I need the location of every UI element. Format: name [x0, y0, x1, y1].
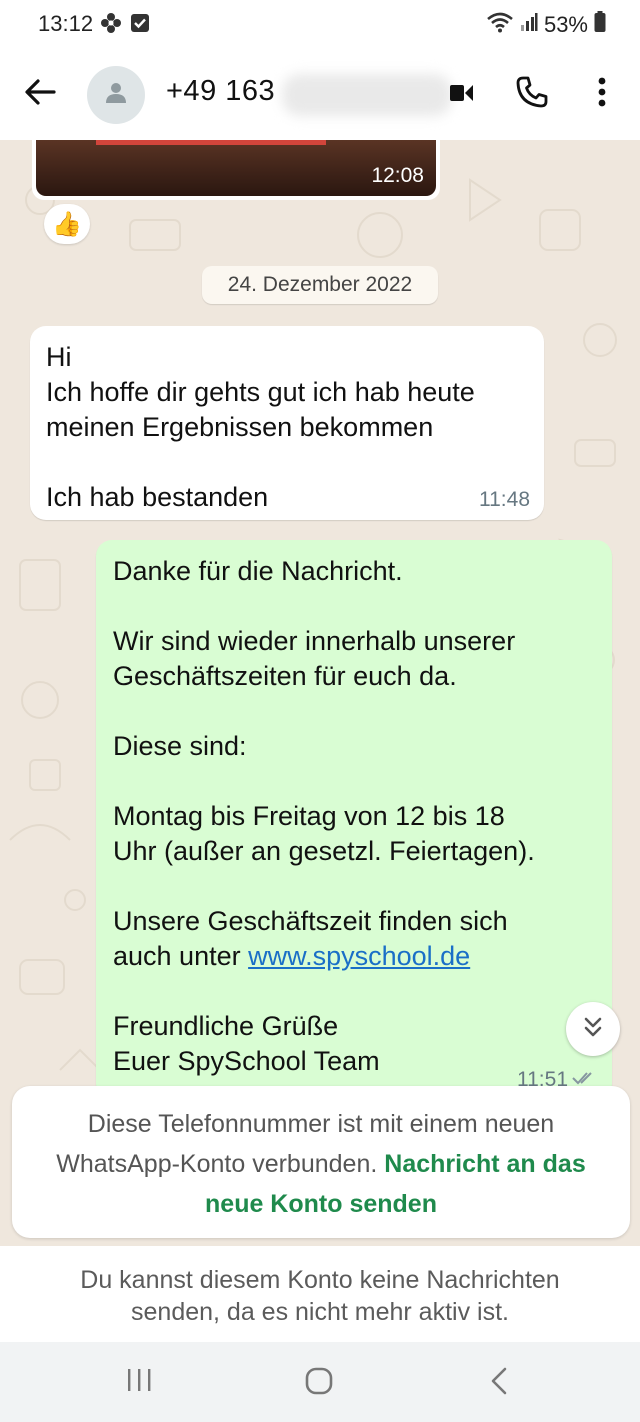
status-left-icons: [100, 12, 150, 39]
image-detail: [96, 140, 326, 145]
flower-icon: [100, 12, 122, 39]
back-arrow-icon: [24, 78, 56, 111]
system-back-button[interactable]: [484, 1366, 514, 1400]
more-options-button[interactable]: [588, 76, 616, 112]
recent-apps-icon: [125, 1367, 153, 1398]
video-call-button[interactable]: [446, 78, 476, 112]
image-thumbnail[interactable]: 12:08: [36, 140, 436, 196]
status-right: 53%: [486, 11, 606, 39]
link-prefix: auch unter: [113, 941, 249, 971]
message-line: Geschäftszeiten für euch da.: [113, 661, 457, 691]
date-separator: 24. Dezember 2022: [202, 266, 438, 304]
video-call-icon: [448, 79, 474, 112]
signal-icon: [520, 12, 538, 38]
message-line: Uhr (außer an gesetzl. Feiertagen).: [113, 836, 535, 866]
message-line: Diese sind:: [113, 731, 247, 761]
footer-line: Du kannst diesem Konto keine Nachrichten: [80, 1266, 560, 1294]
message-line: [46, 445, 528, 480]
home-button[interactable]: [302, 1366, 336, 1400]
message-line: [113, 694, 595, 729]
wifi-icon: [486, 11, 514, 39]
image-message[interactable]: 12:08: [32, 140, 440, 200]
status-bar: 13:12 53%: [0, 0, 640, 48]
chat-header: +49 163: [0, 48, 640, 140]
message-time: 11:48: [479, 488, 530, 511]
system-navigation-bar: [0, 1342, 640, 1422]
battery-percent: 53%: [543, 12, 588, 37]
redacted-number: [282, 74, 452, 116]
chat-area[interactable]: 12:08 👍 24. Dezember 2022 Hi Ich hoffe d…: [0, 140, 640, 1246]
website-link[interactable]: www.spyschool.de: [248, 941, 470, 971]
voice-call-button[interactable]: [514, 76, 550, 112]
message-line-with-link: auch unter www.spyschool.de: [113, 939, 595, 974]
scroll-to-bottom-button[interactable]: [566, 1002, 620, 1056]
message-line: Hi: [46, 342, 72, 372]
message-line: Ich hoffe dir gehts gut ich hab heute: [46, 377, 475, 407]
more-vert-icon: [598, 77, 606, 112]
home-icon: [304, 1366, 334, 1401]
check-square-icon: [130, 13, 150, 38]
message-line: Freundliche Grüße: [113, 1011, 339, 1041]
chevrons-down-icon: [581, 1015, 605, 1044]
inactive-account-footer: Du kannst diesem Konto keine Nachrichten…: [0, 1246, 640, 1342]
message-line: meinen Ergebnissen bekommen: [46, 412, 434, 442]
battery-icon: [594, 11, 606, 39]
message-line: [113, 974, 595, 1009]
new-account-notice: Diese Telefonnummer ist mit einem neuen …: [12, 1086, 630, 1238]
message-line: Danke für die Nachricht.: [113, 556, 403, 586]
footer-line: senden, da es nicht mehr aktiv ist.: [131, 1298, 509, 1326]
outgoing-message[interactable]: Danke für die Nachricht. Wir sind wieder…: [96, 540, 612, 1100]
message-line: [113, 869, 595, 904]
avatar-icon: [104, 81, 128, 110]
incoming-message[interactable]: Hi Ich hoffe dir gehts gut ich hab heute…: [30, 326, 544, 520]
phone-icon: [515, 75, 549, 114]
status-time: 13:12: [38, 11, 94, 36]
message-line: [113, 764, 595, 799]
message-time: 12:08: [371, 164, 424, 187]
message-line: [113, 589, 595, 624]
recent-apps-button[interactable]: [122, 1368, 156, 1396]
back-button[interactable]: [20, 74, 60, 114]
thumbs-up-reaction[interactable]: 👍: [44, 204, 90, 244]
chevron-left-icon: [489, 1366, 509, 1401]
message-line: Wir sind wieder innerhalb unserer: [113, 626, 516, 656]
message-line: Unsere Geschäftszeit finden sich: [113, 906, 508, 936]
message-line: Ich hab bestanden: [46, 482, 269, 512]
avatar[interactable]: [87, 66, 145, 124]
message-line: Montag bis Freitag von 12 bis 18: [113, 801, 505, 831]
contact-name[interactable]: +49 163: [166, 75, 275, 108]
